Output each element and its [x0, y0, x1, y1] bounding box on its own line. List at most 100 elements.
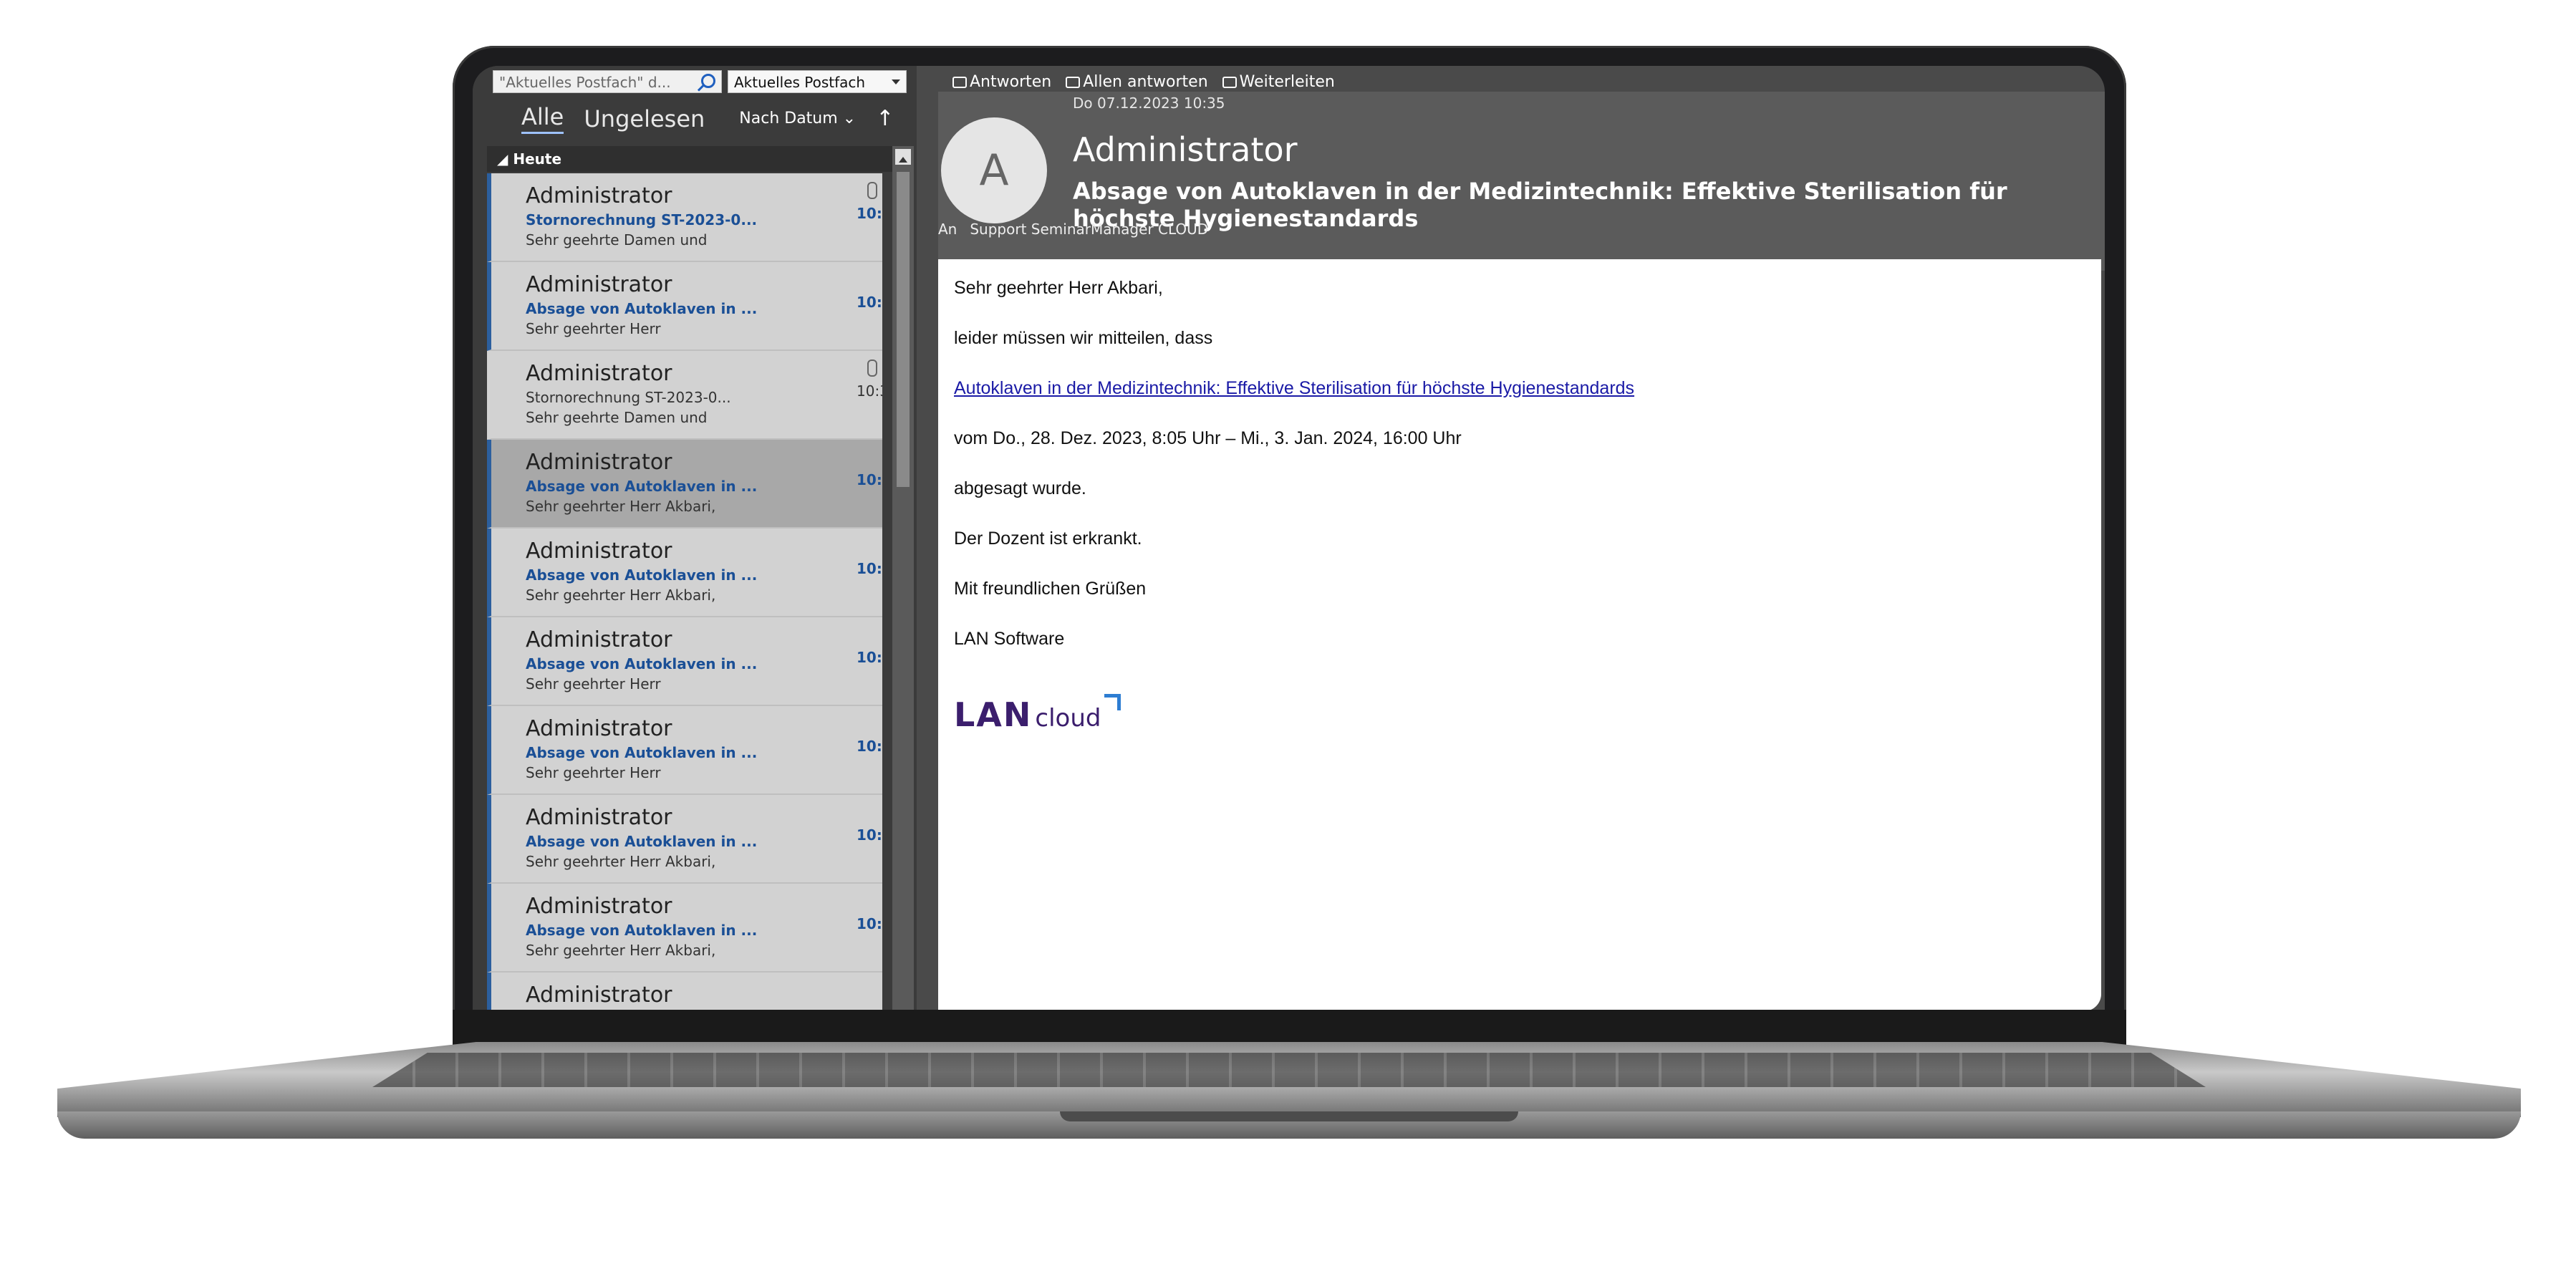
message-preview: Sehr geehrter Herr — [526, 320, 661, 337]
message-from[interactable]: Administrator — [1073, 130, 1298, 169]
list-item[interactable]: Administrator Absage von Autoklaven in .… — [487, 529, 882, 617]
reply-all-icon — [1066, 76, 1081, 88]
attachment-icon — [867, 359, 877, 377]
message-time: 10:35 — [857, 205, 882, 222]
message-sender: Administrator — [526, 361, 672, 386]
message-sender: Administrator — [526, 894, 672, 919]
body-greeting: Sehr geehrter Herr Akbari, — [954, 278, 1163, 298]
message-time: 10:35 — [857, 471, 882, 488]
reply-all-button[interactable]: Allen antworten — [1066, 73, 1208, 91]
message-time: 10:35 — [857, 294, 882, 311]
message-preview: Sehr geehrter Herr — [526, 764, 661, 781]
message-sender: Administrator — [526, 450, 672, 475]
message-preview: Sehr geehrter Herr — [526, 675, 661, 693]
message-sender: Administrator — [526, 272, 672, 297]
search-input[interactable]: "Aktuelles Postfach" d... — [493, 70, 722, 93]
message-sender: Administrator — [526, 716, 672, 741]
tab-all[interactable]: Alle — [521, 103, 564, 134]
reading-pane: Antworten Allen antworten Weiterleiten A… — [938, 66, 2105, 1011]
body-line: Mit freundlichen Grüßen — [954, 579, 1147, 599]
recipient[interactable]: Support SeminarManager CLOUD — [970, 221, 1208, 238]
forward-icon — [1222, 76, 1237, 88]
message-header: A Do 07.12.2023 10:35 Administrator Absa… — [938, 92, 2105, 271]
message-sender: Administrator — [526, 627, 672, 652]
message-time: 10:35 — [857, 826, 882, 844]
message-subject: Stornorechnung ST-2023-0... — [526, 389, 731, 406]
message-subject: Stornorechnung ST-2023-0... — [526, 211, 758, 228]
tab-unread[interactable]: Ungelesen — [584, 105, 705, 132]
logo-cloud: cloud — [1035, 704, 1101, 733]
laptop-notch — [1060, 1111, 1518, 1121]
message-time: 10:35 — [857, 560, 882, 577]
list-item[interactable]: Administrator Absage von Autoklaven in .… — [487, 795, 882, 884]
search-icon[interactable] — [701, 74, 715, 88]
filter-tabs: Alle Ungelesen Nach Datum ⌄ ↑ — [521, 103, 894, 134]
message-time: 10:35 — [857, 915, 882, 932]
message-actions: Antworten Allen antworten Weiterleiten — [952, 73, 1335, 91]
body-signature: LAN Software — [954, 629, 1065, 649]
keyboard — [372, 1053, 2206, 1087]
message-list: Administrator Stornorechnung ST-2023-0..… — [487, 173, 882, 1011]
body-line: abgesagt wurde. — [954, 478, 1086, 498]
reply-icon — [952, 76, 967, 88]
message-sender: Administrator — [526, 805, 672, 830]
message-time: 10:35 — [857, 649, 882, 666]
forward-label: Weiterleiten — [1239, 73, 1335, 91]
message-preview: Sehr geehrter Herr Akbari, — [526, 853, 716, 870]
list-item[interactable]: Administrator Stornorechnung ST-2023-0..… — [487, 351, 882, 440]
message-body: Sehr geehrter Herr Akbari, leider müssen… — [938, 259, 2101, 1011]
recipient-line: An Support SeminarManager CLOUD — [938, 221, 1208, 238]
message-list-scrollbar[interactable] — [892, 146, 914, 1011]
search-placeholder: "Aktuelles Postfach" d... — [499, 74, 671, 91]
list-item[interactable]: Administrator Absage von Autoklaven in .… — [487, 617, 882, 706]
attachment-icon — [867, 182, 877, 199]
screen-bezel — [453, 1010, 2126, 1047]
message-subject-title: Absage von Autoklaven in der Medizintech… — [1073, 178, 2007, 232]
screen: "Aktuelles Postfach" d... Aktuelles Post… — [473, 66, 2105, 1011]
logo-arrow-icon — [1104, 694, 1121, 710]
message-subject: Absage von Autoklaven in ... — [526, 833, 758, 850]
mail-list-pane: "Aktuelles Postfach" d... Aktuelles Post… — [473, 66, 917, 1011]
message-subject: Absage von Autoklaven in ... — [526, 922, 758, 939]
list-item[interactable]: Administrator Absage von Autoklaven in .… — [487, 262, 882, 351]
forward-button[interactable]: Weiterleiten — [1222, 73, 1335, 91]
reply-button[interactable]: Antworten — [952, 73, 1051, 91]
message-subject: Absage von Autoklaven in ... — [526, 744, 758, 761]
list-item-selected[interactable]: Administrator Absage von Autoklaven in .… — [487, 440, 882, 529]
body-line: leider müssen wir mitteilen, dass — [954, 328, 1213, 348]
search-row: "Aktuelles Postfach" d... Aktuelles Post… — [493, 70, 907, 95]
scroll-thumb[interactable] — [897, 172, 910, 487]
message-subject: Absage von Autoklaven in ... — [526, 655, 758, 672]
reply-all-label: Allen antworten — [1083, 73, 1208, 91]
to-label: An — [938, 221, 957, 238]
lancloud-logo: LAN cloud — [954, 694, 2085, 734]
body-line: Der Dozent ist erkrankt. — [954, 529, 1142, 549]
message-sender: Administrator — [526, 983, 672, 1008]
list-item[interactable]: Administrator Stornorechnung ST-2023-0..… — [487, 173, 882, 262]
message-time: 10:35 — [857, 382, 882, 400]
message-preview: Sehr geehrter Herr Akbari, — [526, 587, 716, 604]
search-scope-dropdown[interactable]: Aktuelles Postfach — [728, 70, 907, 93]
message-sender: Administrator — [526, 539, 672, 564]
message-preview: Sehr geehrte Damen und — [526, 409, 708, 426]
message-subject: Absage von Autoklaven in ... — [526, 566, 758, 584]
list-item[interactable]: Administrator Absage von Autoklaven in .… — [487, 884, 882, 973]
chevron-down-icon — [892, 79, 900, 89]
body-line: vom Do., 28. Dez. 2023, 8:05 Uhr – Mi., … — [954, 428, 1462, 448]
list-item[interactable]: Administrator — [487, 973, 882, 1011]
sort-by-date-button[interactable]: Nach Datum ⌄ — [739, 110, 856, 127]
sort-direction-icon[interactable]: ↑ — [876, 106, 894, 131]
message-time: 10:35 — [857, 738, 882, 755]
message-date: Do 07.12.2023 10:35 — [1073, 95, 1225, 112]
group-header-today[interactable]: ◢ Heute — [487, 146, 910, 172]
search-scope-label: Aktuelles Postfach — [734, 74, 866, 91]
list-item[interactable]: Administrator Absage von Autoklaven in .… — [487, 706, 882, 795]
message-subject: Absage von Autoklaven in ... — [526, 300, 758, 317]
message-subject: Absage von Autoklaven in ... — [526, 478, 758, 495]
scroll-up-icon[interactable] — [895, 149, 911, 165]
event-link[interactable]: Autoklaven in der Medizintechnik: Effekt… — [954, 378, 1634, 398]
message-preview: Sehr geehrte Damen und — [526, 231, 708, 248]
avatar[interactable]: A — [941, 117, 1047, 223]
message-preview: Sehr geehrter Herr Akbari, — [526, 498, 716, 515]
reply-label: Antworten — [970, 73, 1052, 91]
